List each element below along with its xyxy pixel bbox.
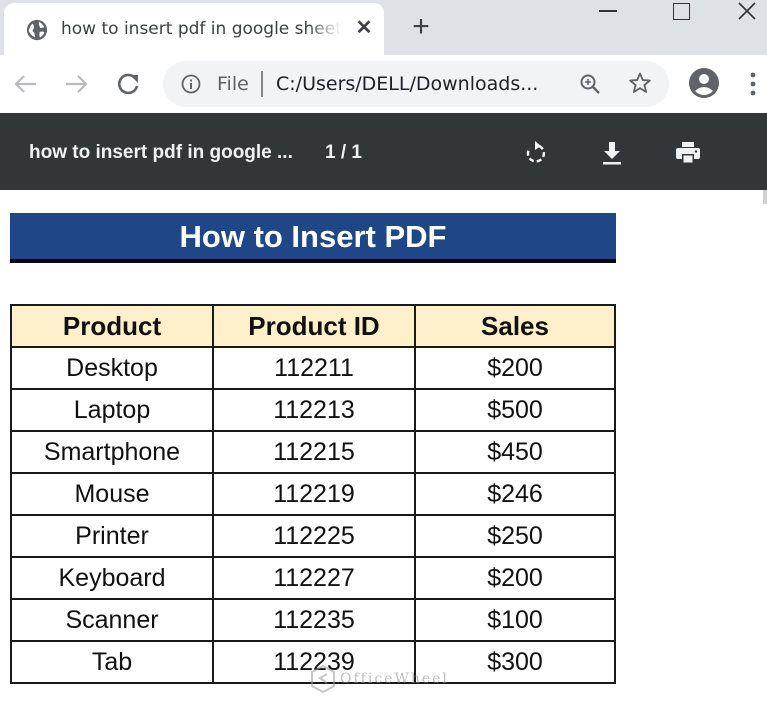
product-id-cell: 112211 (212, 346, 416, 390)
back-button[interactable] (9, 67, 43, 101)
table-row: Laptop 112213 $500 (10, 388, 616, 432)
product-cell: Printer (10, 514, 214, 558)
watermark: OfficeWheel (310, 664, 449, 694)
product-id-cell: 112235 (212, 598, 416, 642)
print-icon[interactable] (674, 139, 702, 167)
url-scheme-label: File (217, 73, 249, 95)
sales-cell: $450 (414, 430, 616, 474)
product-id-cell: 112225 (212, 514, 416, 558)
sales-cell: $100 (414, 598, 616, 642)
watermark-logo-icon (311, 664, 335, 694)
globe-icon (26, 19, 48, 41)
download-icon[interactable] (598, 139, 626, 167)
url-separator (261, 71, 263, 97)
star-icon[interactable] (628, 71, 652, 95)
browser-toolbar: File C:/Users/DELL/Downloads... (0, 55, 767, 113)
column-header-sales: Sales (414, 304, 616, 348)
table-header-row: Product Product ID Sales (10, 304, 616, 348)
sales-cell: $500 (414, 388, 616, 432)
close-icon (738, 2, 756, 20)
product-cell: Tab (10, 640, 214, 684)
column-header-product-id: Product ID (212, 304, 416, 348)
sales-cell: $246 (414, 472, 616, 516)
table-row: Desktop 112211 $200 (10, 346, 616, 390)
forward-arrow-icon (66, 75, 88, 93)
pdf-toolbar: how to insert pdf in google ... 1 / 1 (0, 113, 767, 190)
product-id-cell: 112227 (212, 556, 416, 600)
table-row: Printer 112225 $250 (10, 514, 616, 558)
tab-close-icon[interactable]: ✕ (353, 17, 375, 39)
column-header-product: Product (10, 304, 214, 348)
sales-cell: $250 (414, 514, 616, 558)
rotate-icon[interactable] (522, 139, 550, 167)
info-icon[interactable] (181, 74, 201, 94)
address-bar[interactable]: File C:/Users/DELL/Downloads... (163, 61, 669, 107)
forward-button[interactable] (59, 67, 93, 101)
product-cell: Laptop (10, 388, 214, 432)
url-text[interactable]: C:/Users/DELL/Downloads... (276, 73, 538, 95)
menu-icon[interactable] (745, 70, 761, 98)
sales-cell: $200 (414, 346, 616, 390)
product-id-cell: 112213 (212, 388, 416, 432)
table-row: Mouse 112219 $246 (10, 472, 616, 516)
product-cell: Desktop (10, 346, 214, 390)
document-heading: How to Insert PDF (10, 213, 616, 263)
product-cell: Mouse (10, 472, 214, 516)
product-id-cell: 112219 (212, 472, 416, 516)
product-id-cell: 112215 (212, 430, 416, 474)
product-table: Product Product ID Sales Desktop 112211 … (10, 304, 616, 684)
reload-button[interactable] (111, 67, 145, 101)
table-row: Keyboard 112227 $200 (10, 556, 616, 600)
new-tab-button[interactable]: + (406, 12, 436, 42)
product-cell: Scanner (10, 598, 214, 642)
window-close-button[interactable] (727, 0, 767, 28)
reload-icon (117, 73, 139, 95)
table-row: Smartphone 112215 $450 (10, 430, 616, 474)
tab-strip: how to insert pdf in google sheets ✕ + (0, 0, 767, 55)
minimize-button[interactable] (588, 0, 628, 28)
product-cell: Keyboard (10, 556, 214, 600)
product-cell: Smartphone (10, 430, 214, 474)
table-row: Scanner 112235 $100 (10, 598, 616, 642)
pdf-document-area[interactable]: How to Insert PDF Product Product ID Sal… (0, 190, 767, 715)
back-arrow-icon (14, 75, 36, 93)
zoom-icon[interactable] (579, 73, 601, 95)
sales-cell: $200 (414, 556, 616, 600)
profile-icon[interactable] (688, 67, 720, 99)
watermark-text: OfficeWheel (340, 671, 449, 687)
browser-tab[interactable]: how to insert pdf in google sheets ✕ (4, 3, 384, 55)
pdf-title: how to insert pdf in google ... (29, 142, 293, 163)
tab-title: how to insert pdf in google sheets (61, 19, 341, 39)
maximize-button[interactable] (661, 0, 701, 28)
page-indicator: 1 / 1 (325, 142, 362, 163)
scrollbar[interactable] (763, 190, 767, 204)
